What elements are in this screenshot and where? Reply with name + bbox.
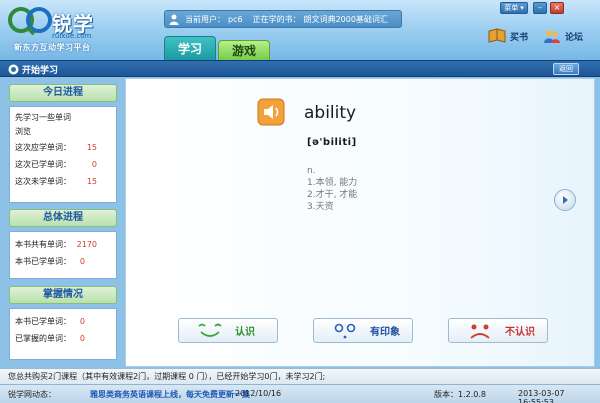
stat-value: 15: [86, 143, 97, 152]
menu-button[interactable]: 菜单 ▾: [500, 2, 528, 14]
stat-label: 已掌握的单词：: [15, 334, 71, 343]
definitions: n. 1.本领, 能力 2.才干, 才能 3.天资: [307, 165, 357, 213]
forum-people-icon: [544, 30, 560, 43]
stat-value: 0: [91, 160, 97, 169]
play-arrow-icon: [563, 196, 568, 204]
buy-book-label: 买书: [510, 32, 529, 43]
stat-row: 这次已学单词： 0: [15, 156, 111, 173]
overall-progress-panel: 本书共有单词： 2170 本书已学单词： 0: [9, 231, 117, 279]
minimize-button[interactable]: –: [533, 2, 547, 14]
stat-label: 这次应学单词：: [15, 143, 71, 152]
stat-row: 本书已学单词： 0: [15, 253, 111, 270]
progress-sidebar: 今日进程 先学习一些单词 浏览 这次应学单词： 15 这次已学单词： 0 这次未…: [0, 78, 125, 367]
overall-progress-header: 总体进程: [9, 209, 117, 227]
unknown-label: 不认识: [505, 327, 535, 338]
definition-line: 1.本领, 能力: [307, 178, 358, 188]
mastery-header: 掌握情况: [9, 286, 117, 304]
datetime-text: 2013-03-07 16:55:53: [518, 389, 565, 403]
stat-label: 这次未学单词：: [15, 177, 71, 186]
stat-value: 0: [79, 317, 85, 326]
vague-button[interactable]: 有印象: [313, 318, 413, 343]
app-header: 锐学 ruixue.com 新东方互动学习平台 当前用户： pc6 正在学的书：…: [0, 0, 600, 60]
tab-game-label: 游戏: [231, 44, 256, 58]
definition-line: 3.天资: [307, 202, 334, 212]
news-link[interactable]: 雅思类商务英语课程上线，每天免费更新一集: [90, 389, 250, 400]
buy-book-button[interactable]: 买书: [488, 26, 528, 46]
tab-study-label: 学习: [177, 42, 202, 56]
smile-icon: [198, 323, 222, 337]
current-user-name: pc6: [228, 14, 243, 24]
stat-row: 这次未学单词： 15: [15, 173, 111, 190]
phonetic-text: [ə'biliti]: [307, 137, 357, 148]
neutral-face-icon: [334, 323, 356, 338]
user-icon: [169, 14, 179, 25]
course-status-text: 您总共购买2门课程（其中有效课程2门，过期课程 0 门），已经开始学习0门，未学…: [8, 372, 326, 381]
stat-row: 这次应学单词： 15: [15, 139, 111, 156]
logo-mark-icon: [8, 7, 52, 36]
section-title: 开始学习: [22, 66, 59, 76]
stat-row: 已掌握的单词： 0: [15, 330, 111, 347]
today-intro-line: 先学习一些单词: [15, 113, 71, 122]
word-card: ability [ə'biliti] n. 1.本领, 能力 2.才干, 才能 …: [125, 78, 595, 367]
forum-button[interactable]: 论坛: [543, 26, 583, 46]
today-progress-header: 今日进程: [9, 84, 117, 102]
forum-label: 论坛: [565, 32, 584, 43]
stat-label: 本书共有单词：: [15, 240, 71, 249]
news-label: 锐学网动态：: [8, 390, 56, 399]
app-logo: 锐学 ruixue.com 新东方互动学习平台: [8, 6, 118, 52]
vague-label: 有印象: [370, 327, 400, 338]
speaker-icon[interactable]: [257, 98, 285, 126]
word-text: ability: [304, 103, 357, 123]
tab-game[interactable]: 游戏: [218, 40, 270, 60]
today-progress-panel: 先学习一些单词 浏览 这次应学单词： 15 这次已学单词： 0 这次未学单词： …: [9, 106, 117, 203]
today-intro-line: 浏览: [15, 127, 31, 136]
stat-value: 0: [79, 334, 85, 343]
news-date: 2012/10/16: [235, 389, 282, 398]
stat-label: 本书已学单词：: [15, 317, 71, 326]
minimize-icon: –: [538, 3, 542, 12]
stat-value: 2170: [76, 240, 97, 249]
stat-value: 0: [79, 257, 85, 266]
version-text: 版本：1.2.0.8: [434, 390, 486, 399]
stat-row: 本书共有单词： 2170: [15, 236, 111, 253]
current-book-label: 正在学的书：: [252, 14, 301, 24]
close-icon: ×: [553, 3, 561, 12]
stat-label: 本书已学单词：: [15, 257, 71, 266]
news-bar: 锐学网动态： 雅思类商务英语课程上线，每天免费更新一集 2012/10/16 版…: [0, 384, 600, 403]
mastery-panel: 本书已学单词： 0 已掌握的单词： 0: [9, 308, 117, 360]
current-user-label: 当前用户：: [185, 14, 225, 24]
close-button[interactable]: ×: [550, 2, 564, 14]
logo-tagline: 新东方互动学习平台: [14, 43, 91, 52]
sad-face-icon: [470, 324, 490, 339]
course-status-bar: 您总共购买2门课程（其中有效课程2门，过期课程 0 门），已经开始学习0门，未学…: [0, 368, 600, 384]
part-of-speech: n.: [307, 166, 316, 176]
stat-label: 这次已学单词：: [15, 160, 71, 169]
logo-domain: ruixue.com: [52, 32, 92, 40]
menu-dropdown-icon: ▾: [520, 4, 524, 12]
stat-value: 15: [86, 177, 97, 186]
section-title-bar: 开始学习 返回: [0, 60, 600, 77]
user-info-bar: 当前用户： pc6 正在学的书： 朗文词典2000基础词汇: [164, 10, 402, 28]
know-label: 认识: [235, 327, 255, 338]
stat-row: 本书已学单词： 0: [15, 313, 111, 330]
menu-label: 菜单: [504, 4, 519, 12]
book-icon: [488, 28, 506, 43]
definition-line: 2.才干, 才能: [307, 190, 358, 200]
current-book-name: 朗文词典2000基础词汇: [303, 14, 388, 24]
tab-study[interactable]: 学习: [164, 36, 216, 60]
unknown-button[interactable]: 不认识: [448, 318, 548, 343]
back-button[interactable]: 返回: [553, 63, 579, 75]
study-icon: [8, 64, 19, 75]
know-button[interactable]: 认识: [178, 318, 278, 343]
next-word-button[interactable]: [554, 189, 576, 211]
